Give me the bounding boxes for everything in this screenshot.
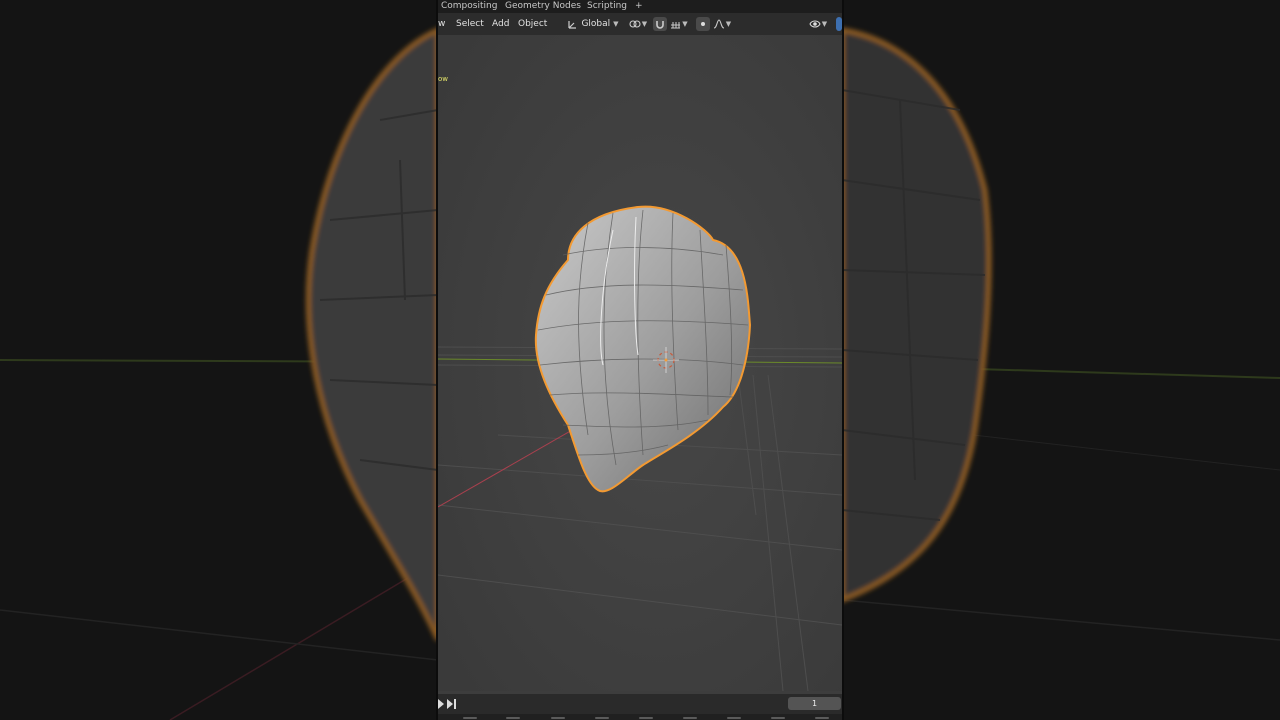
proportional-edit-icon: [701, 22, 705, 26]
menu-object[interactable]: Object: [518, 13, 547, 35]
snap-toggle[interactable]: [653, 17, 667, 31]
ruler-tick: [639, 717, 653, 719]
ruler-tick: [815, 717, 829, 719]
falloff-curve-icon: [713, 19, 724, 29]
add-workspace-button[interactable]: +: [635, 0, 643, 13]
ruler-tick: [683, 717, 697, 719]
menu-select[interactable]: Select: [456, 13, 484, 35]
visibility-dropdown[interactable]: ▼: [806, 17, 830, 31]
timeline-ruler: [438, 714, 842, 720]
orientation-icon: [568, 20, 577, 29]
tab-compositing[interactable]: Compositing: [441, 0, 497, 13]
snap-grid-icon: [671, 22, 681, 29]
blender-window: Compositing Geometry Nodes Scripting + w…: [438, 0, 842, 720]
chevron-down-icon: ▼: [725, 20, 732, 28]
ruler-tick: [595, 717, 609, 719]
menu-view[interactable]: w: [438, 13, 445, 35]
chevron-down-icon: ▼: [613, 20, 619, 28]
chevron-down-icon: ▼: [682, 20, 688, 28]
tab-scripting[interactable]: Scripting: [587, 0, 627, 13]
eye-icon: [809, 20, 821, 28]
right-panel-divider: [842, 0, 844, 720]
viewport-object-info: ow: [438, 75, 449, 83]
ruler-tick: [727, 717, 741, 719]
magnet-icon: [656, 21, 664, 29]
timeline-bar: 1: [438, 694, 842, 714]
current-frame-field[interactable]: 1: [788, 697, 841, 710]
menu-add[interactable]: Add: [492, 13, 509, 35]
chevron-down-icon: ▼: [821, 20, 828, 28]
gizmo-toggle[interactable]: [836, 17, 842, 31]
play-icon[interactable]: [438, 699, 444, 709]
workspace-tabs-bar: Compositing Geometry Nodes Scripting +: [438, 0, 842, 13]
ruler-tick: [463, 717, 477, 719]
proportional-edit-toggle[interactable]: [696, 17, 710, 31]
link-icon: [629, 20, 641, 28]
proportional-falloff-dropdown[interactable]: ▼: [711, 17, 733, 31]
jump-to-end-icon[interactable]: [447, 699, 457, 709]
transform-orientation-dropdown[interactable]: Global ▼: [564, 17, 622, 31]
transform-orientation-value: Global: [581, 19, 611, 29]
snap-target-dropdown[interactable]: ▼: [668, 17, 690, 31]
chevron-down-icon: ▼: [641, 20, 648, 28]
3d-viewport[interactable]: [438, 35, 842, 691]
ruler-tick: [506, 717, 520, 719]
ruler-tick: [771, 717, 785, 719]
pivot-point-dropdown[interactable]: ▼: [628, 17, 648, 31]
ruler-tick: [551, 717, 565, 719]
viewport-header: w Select Add Object Global ▼ ▼ ▼ ▼ ▼: [438, 13, 842, 35]
tab-geometry-nodes[interactable]: Geometry Nodes: [505, 0, 581, 13]
